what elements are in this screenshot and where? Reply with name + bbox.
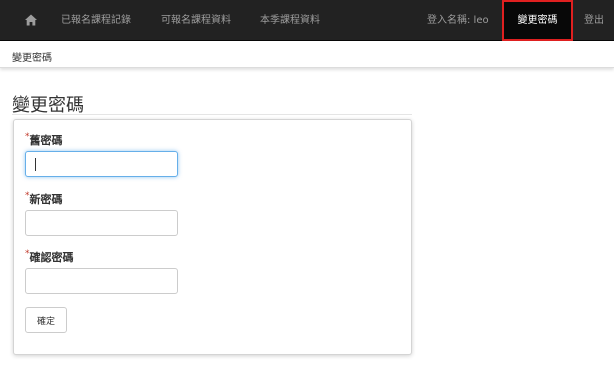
- confirm-password-label: *確認密碼: [25, 249, 74, 265]
- submit-button[interactable]: 確定: [25, 307, 67, 333]
- old-password-label: *舊密碼: [25, 132, 63, 148]
- confirm-password-label-text: 確認密碼: [29, 251, 74, 264]
- nav-link-available-courses[interactable]: 可報名課程資料: [161, 0, 231, 41]
- old-password-input[interactable]: [25, 151, 178, 177]
- title-divider: [12, 114, 412, 115]
- nav-link-enrolled-records[interactable]: 已報名課程記錄: [61, 0, 131, 41]
- change-password-form: *舊密碼 *新密碼 *確認密碼 確定: [13, 119, 412, 355]
- top-navbar: 已報名課程記錄 可報名課程資料 本季課程資料 登入名稱: leo 變更密碼 登出: [0, 0, 614, 41]
- breadcrumb: 變更密碼: [0, 41, 614, 68]
- home-icon[interactable]: [24, 13, 38, 27]
- text-caret: [35, 158, 36, 171]
- new-password-label: *新密碼: [25, 191, 63, 207]
- old-password-label-text: 舊密碼: [29, 134, 63, 147]
- confirm-password-input[interactable]: [25, 268, 178, 294]
- logged-in-user: 登入名稱: leo: [427, 15, 489, 26]
- nav-link-season-courses[interactable]: 本季課程資料: [260, 0, 320, 41]
- new-password-input[interactable]: [25, 210, 178, 236]
- breadcrumb-current: 變更密碼: [12, 53, 52, 64]
- nav-link-change-password[interactable]: 變更密碼: [502, 0, 573, 41]
- new-password-label-text: 新密碼: [29, 193, 63, 206]
- nav-link-logout[interactable]: 登出: [584, 0, 604, 41]
